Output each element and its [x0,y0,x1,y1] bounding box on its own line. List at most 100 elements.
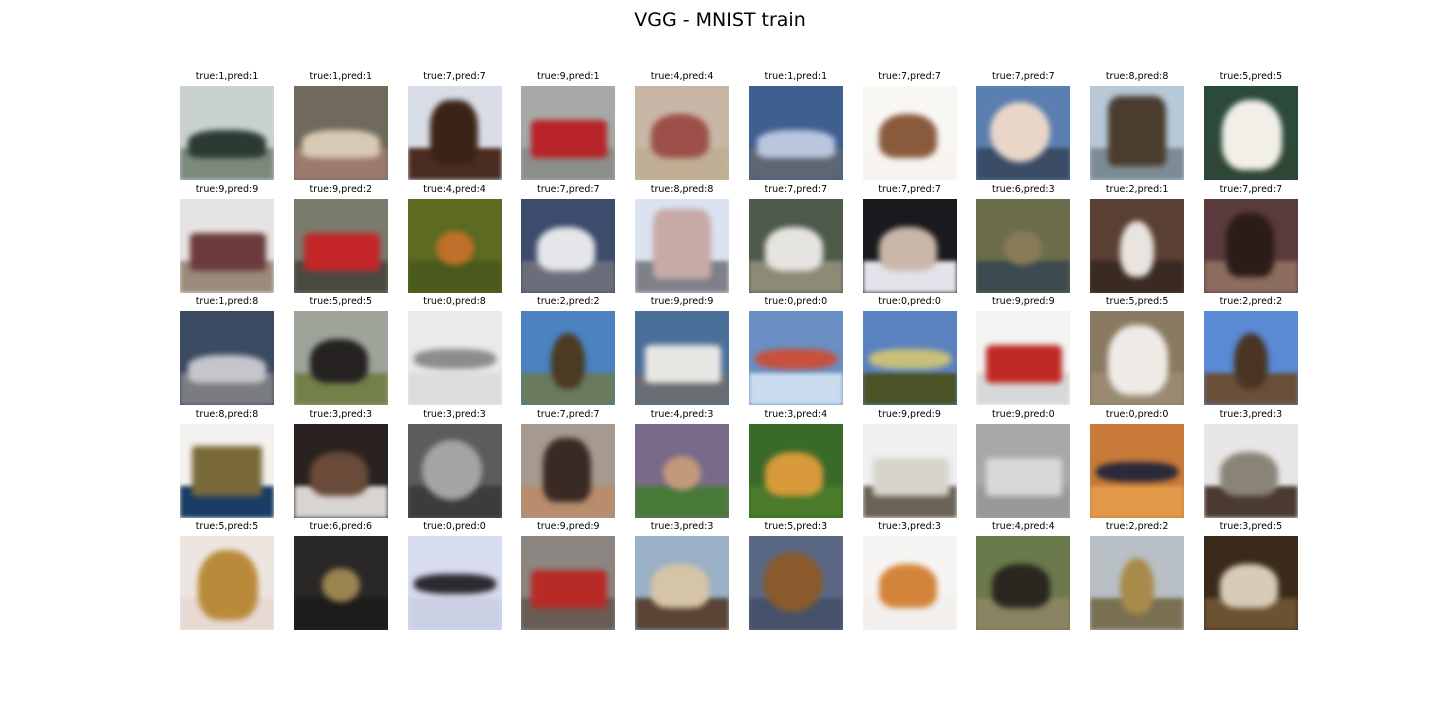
image-subject-bird [1233,333,1268,390]
sample-cell: true:4,pred:4 [976,520,1071,633]
sample-cell: true:0,pred:0 [748,295,843,408]
image-subject-horse [878,226,937,271]
image-ground [407,598,502,631]
sample-cell: true:2,pred:2 [1090,520,1185,633]
image-subject-truck [531,120,608,158]
sample-image-horse [748,198,843,293]
image-subject-deer [651,114,710,158]
sample-cell: true:3,pred:4 [748,408,843,521]
sample-cell: true:5,pred:5 [1203,70,1298,183]
sample-cell: true:7,pred:7 [521,408,616,521]
sample-cell: true:8,pred:8 [180,408,274,521]
sample-image-car [293,86,388,180]
sample-image-truck [521,86,616,180]
sample-image-horse [1203,198,1298,293]
sample-label: true:7,pred:7 [1219,183,1283,195]
sample-cell: true:1,pred:1 [180,70,274,183]
image-subject-car [756,130,835,158]
sample-cell: true:7,pred:7 [521,183,616,296]
sample-image-car [180,311,274,406]
sample-cell: true:0,pred:0 [862,295,957,408]
image-subject-deer [992,564,1051,609]
sample-grid: true:1,pred:1 true:1,pred:1 true:7,pred:7 t… [180,70,1298,633]
sample-cell: true:9,pred:9 [976,295,1071,408]
image-subject-ship [192,445,262,496]
image-subject-airplane [413,349,496,370]
sample-image-cat [748,423,843,518]
image-subject-truck [531,570,608,609]
sample-label: true:5,pred:5 [1219,71,1283,82]
image-ground [407,373,502,406]
sample-cell: true:4,pred:4 [407,183,502,296]
sample-image-cat [1203,423,1298,518]
image-subject-airplane [754,349,837,370]
sample-image-dog [180,536,274,631]
image-subject-truck [872,457,949,496]
image-subject-horse [537,226,596,271]
sample-cell: true:2,pred:1 [1090,183,1185,296]
sample-cell: true:1,pred:1 [748,70,843,183]
image-ground [862,373,957,406]
image-subject-cat [1219,564,1278,609]
sample-cell: true:9,pred:9 [635,295,730,408]
sample-cell: true:0,pred:0 [407,520,502,633]
sample-cell: true:2,pred:2 [1203,295,1298,408]
sample-image-car [748,86,843,180]
sample-image-dog [1090,311,1185,406]
sample-image-airplane [407,311,502,406]
image-subject-cat [878,564,937,609]
image-subject-cat [651,564,710,609]
image-subject-airplane [1096,461,1179,482]
sample-cell: true:9,pred:1 [521,70,616,183]
sample-image-horse [862,86,957,180]
sample-cell: true:4,pred:4 [635,70,730,183]
sample-cell: true:1,pred:1 [293,70,388,183]
sample-cell: true:6,pred:3 [976,183,1071,296]
image-subject-truck [986,457,1063,496]
sample-image-ship [1090,86,1185,180]
sample-image-truck [862,423,957,518]
sample-cell: true:3,pred:3 [1203,408,1298,521]
image-subject-horse [990,102,1051,162]
sample-image-dog [748,536,843,631]
image-subject-bird [1120,220,1155,277]
sample-image-deer [635,423,730,518]
image-subject-horse [878,114,937,158]
sample-label: true:3,pred:3 [1219,408,1283,420]
sample-image-frog [293,536,388,631]
image-subject-dog [309,339,368,384]
sample-image-truck [521,536,616,631]
sample-image-ship [635,198,730,293]
image-subject-truck [645,345,722,384]
sample-image-deer [407,198,502,293]
sample-cell: true:3,pred:3 [407,408,502,521]
image-subject-frog [321,568,360,603]
sample-image-bird [1203,311,1298,406]
image-subject-frog [1004,230,1043,265]
image-subject-truck [190,232,266,271]
sample-image-dog [1203,86,1298,180]
sample-cell: true:8,pred:8 [1090,70,1185,183]
sample-image-horse [976,86,1071,180]
sample-cell: true:3,pred:3 [293,408,388,521]
sample-cell: true:7,pred:7 [862,70,957,183]
image-subject-bird [551,333,586,390]
sample-cell: true:9,pred:9 [180,183,274,296]
figure-title: VGG - MNIST train [634,9,806,31]
sample-cell: true:7,pred:7 [976,70,1071,183]
sample-image-deer [976,536,1071,631]
sample-cell: true:0,pred:8 [407,295,502,408]
sample-image-airplane [1090,423,1185,518]
sample-image-airplane [407,536,502,631]
sample-image-horse [407,86,502,180]
image-subject-ship [1108,96,1167,166]
image-subject-deer [663,455,702,490]
sample-image-cat [1203,536,1298,631]
sample-image-cat [293,423,388,518]
sample-image-horse [862,198,957,293]
image-ground [1090,485,1185,518]
sample-cell: true:7,pred:7 [862,183,957,296]
sample-image-bird [521,311,616,406]
sample-image-deer [635,86,730,180]
image-subject-cat [1219,451,1278,496]
